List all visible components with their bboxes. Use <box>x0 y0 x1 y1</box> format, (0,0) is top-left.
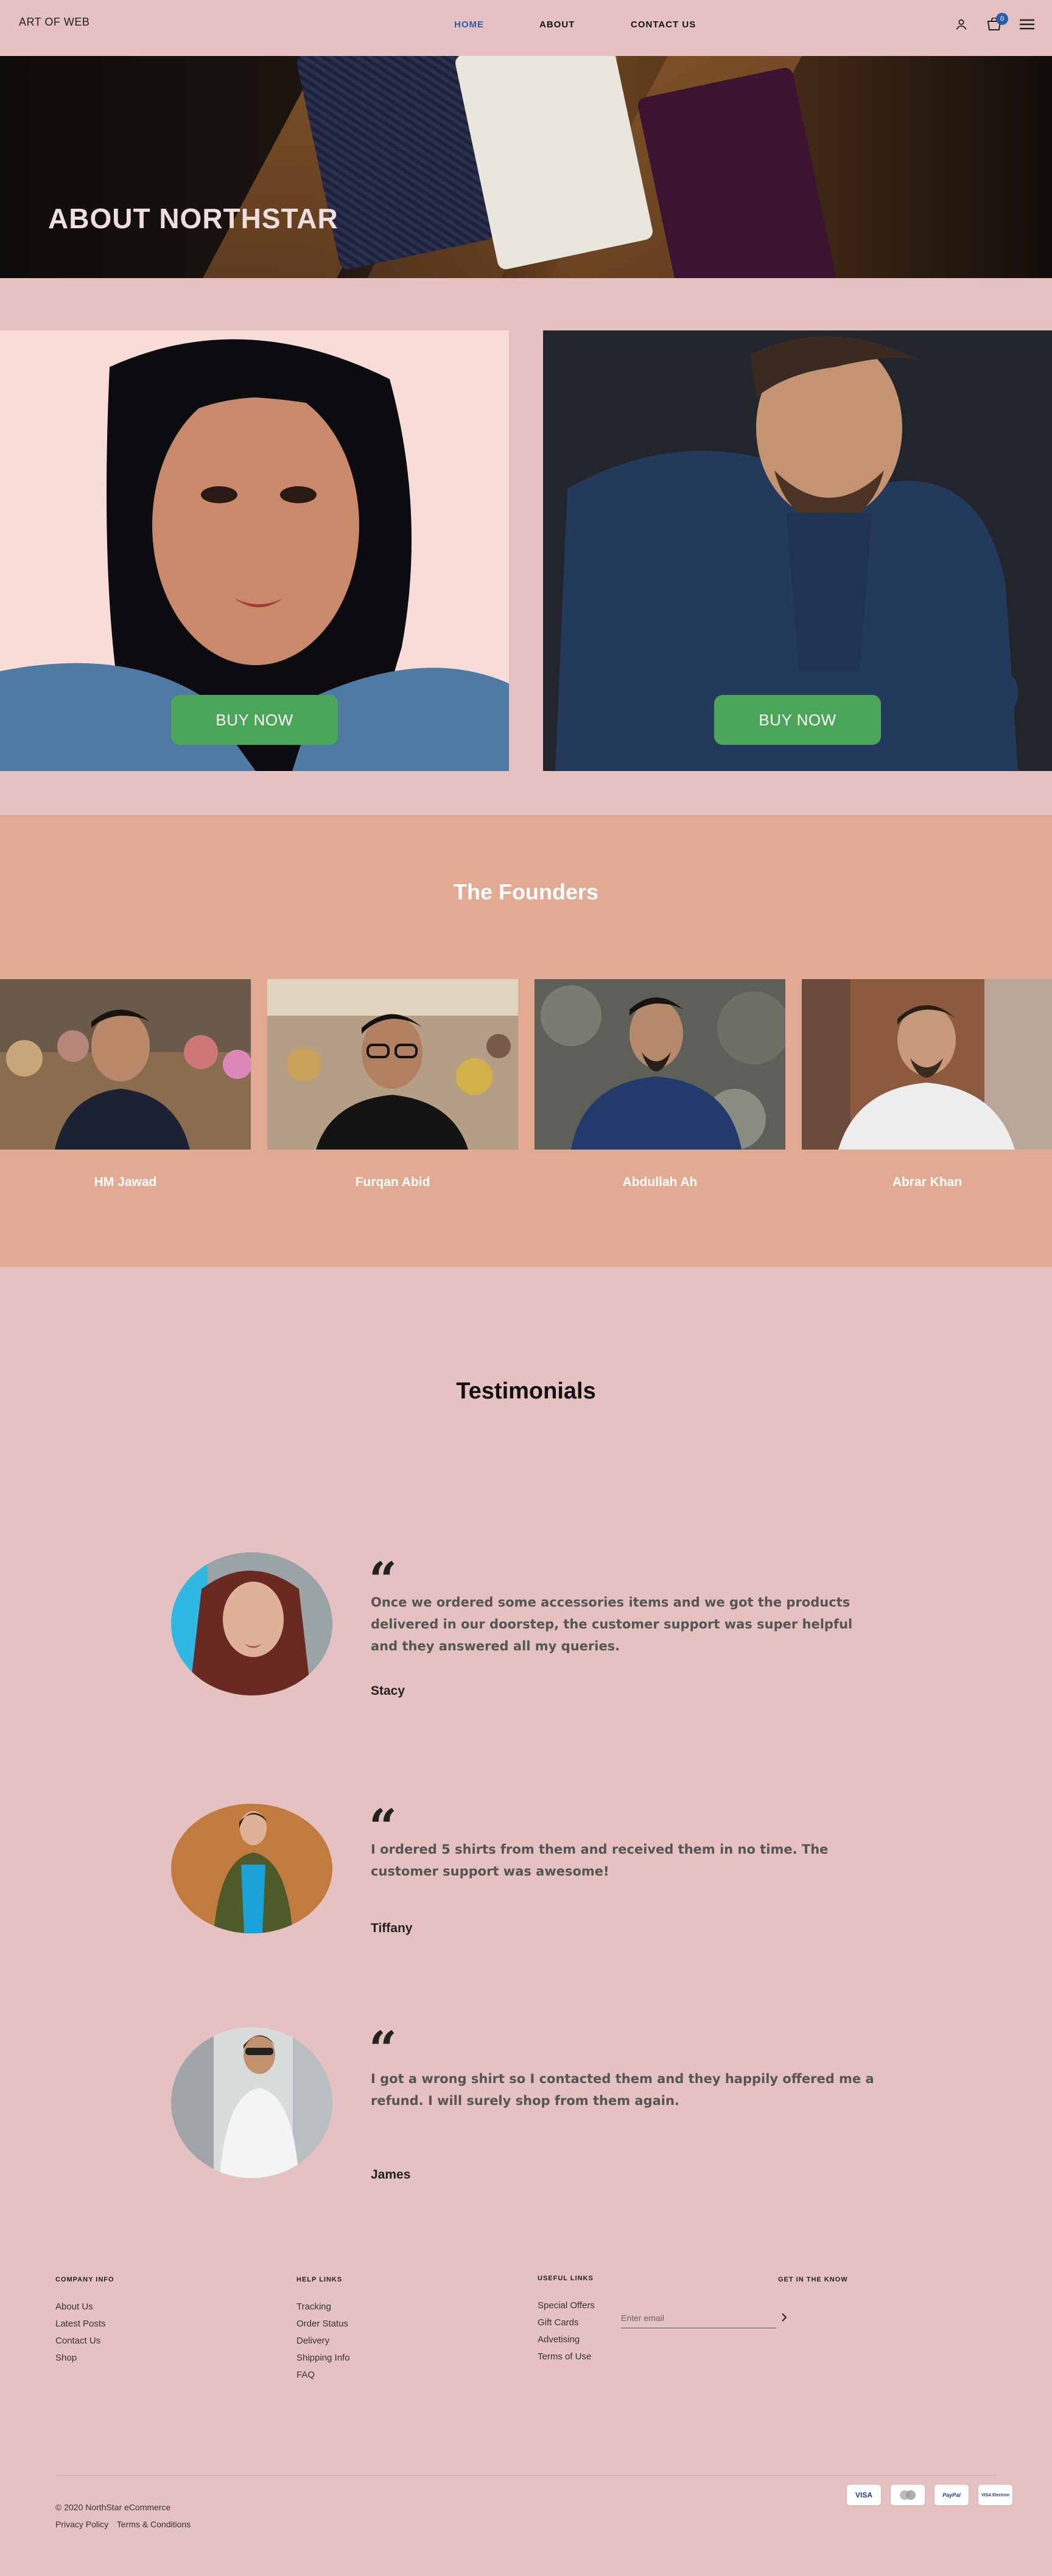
nav-contact-link[interactable]: CONTACT US <box>631 19 696 30</box>
footer-link-faq[interactable]: FAQ <box>296 2370 350 2380</box>
testimonial-author: Tiffany <box>371 1921 413 1935</box>
footer-heading: COMPANY INFO <box>55 2276 114 2283</box>
footer-link-advertising[interactable]: Advetising <box>538 2334 595 2345</box>
paypal-label: PayPal <box>942 2492 961 2498</box>
hero-banner: ABOUT NORTHSTAR <box>0 56 1052 278</box>
founder-card: Furqan Abid <box>267 979 518 1189</box>
nav-home-link[interactable]: HOME <box>454 19 484 30</box>
founder-photo <box>802 979 1052 1150</box>
cart-icon[interactable]: 0 <box>986 13 1008 32</box>
founders-section: The Founders HM Jawad Furqan Abid Abdull… <box>0 815 1052 1267</box>
copyright-text: © 2020 NorthStar eCommerce <box>55 2502 171 2512</box>
footer-link-delivery[interactable]: Delivery <box>296 2336 350 2346</box>
footer-link-latest-posts[interactable]: Latest Posts <box>55 2319 114 2329</box>
buy-now-button-men[interactable]: BUY NOW <box>714 695 881 745</box>
paypal-icon: PayPal <box>935 2485 969 2505</box>
testimonial-author: James <box>371 2168 411 2182</box>
founder-name: HM Jawad <box>94 1175 157 1189</box>
footer-company-info: COMPANY INFO About Us Latest Posts Conta… <box>55 2276 114 2370</box>
men-banner: BUY NOW <box>543 330 1052 771</box>
privacy-policy-link[interactable]: Privacy Policy <box>55 2519 108 2529</box>
site-footer: COMPANY INFO About Us Latest Posts Conta… <box>0 2264 1052 2576</box>
footer-link-contact-us[interactable]: Contact Us <box>55 2336 114 2346</box>
footer-help-links: HELP LINKS Tracking Order Status Deliver… <box>296 2276 350 2387</box>
founder-card: Abrar Khan <box>802 979 1052 1189</box>
testimonial-avatar <box>171 2027 332 2178</box>
testimonials-title: Testimonials <box>456 1378 596 1404</box>
footer-divider <box>55 2475 997 2476</box>
top-navbar: ART OF WEB HOME ABOUT CONTACT US 0 <box>0 0 1052 56</box>
chevron-right-icon[interactable] <box>778 2311 790 2323</box>
footer-link-shop[interactable]: Shop <box>55 2353 114 2363</box>
footer-link-special-offers[interactable]: Special Offers <box>538 2300 595 2311</box>
footer-link-shipping-info[interactable]: Shipping Info <box>296 2353 350 2363</box>
visa-electron-icon: VISA Electron <box>978 2485 1012 2505</box>
founders-title: The Founders <box>453 879 598 904</box>
user-icon[interactable] <box>953 16 969 32</box>
buy-now-button-women[interactable]: BUY NOW <box>171 695 338 745</box>
footer-heading: HELP LINKS <box>296 2276 343 2283</box>
founder-card: Abdullah Ah <box>535 979 785 1189</box>
testimonial-avatar <box>171 1552 332 1695</box>
founder-name: Abdullah Ah <box>622 1175 698 1189</box>
founder-name: Abrar Khan <box>892 1175 963 1189</box>
visa-label: VISA <box>855 2491 872 2499</box>
payment-methods: VISA PayPal VISA Electron <box>847 2485 1012 2505</box>
footer-link-order-status[interactable]: Order Status <box>296 2319 350 2329</box>
nav-icons: 0 <box>953 13 1035 35</box>
founder-name: Furqan Abid <box>355 1175 430 1189</box>
footer-heading: GET IN THE KNOW <box>778 2276 848 2283</box>
nav-about-link[interactable]: ABOUT <box>539 19 575 30</box>
page-title: ABOUT NORTHSTAR <box>48 203 338 234</box>
testimonial-author: Stacy <box>371 1684 405 1698</box>
quote-icon: “ <box>369 2020 398 2078</box>
founder-card: HM Jawad <box>0 979 251 1189</box>
founder-photo <box>535 979 785 1150</box>
footer-heading: USEFUL LINKS <box>538 2275 594 2282</box>
footer-link-about-us[interactable]: About Us <box>55 2302 114 2312</box>
newsletter-form <box>621 2308 791 2328</box>
legal-links: Privacy Policy Terms & Conditions <box>55 2519 197 2529</box>
cart-count-badge: 0 <box>996 13 1008 25</box>
footer-newsletter: GET IN THE KNOW <box>778 2276 848 2302</box>
testimonial-text: Once we ordered some accessories items a… <box>371 1595 853 1653</box>
testimonial-avatar <box>171 1804 332 1933</box>
testimonial-text: I got a wrong shirt so I contacted them … <box>371 2072 874 2108</box>
visa-icon: VISA <box>847 2485 881 2505</box>
footer-link-terms-of-use[interactable]: Terms of Use <box>538 2351 595 2362</box>
menu-icon[interactable] <box>1019 16 1035 32</box>
testimonial-text: I ordered 5 shirts from them and receive… <box>371 1842 829 1879</box>
mastercard-icon <box>891 2485 925 2505</box>
terms-conditions-link[interactable]: Terms & Conditions <box>117 2519 191 2529</box>
footer-useful-links: USEFUL LINKS Special Offers Gift Cards A… <box>538 2275 595 2368</box>
women-banner: BUY NOW <box>0 330 509 771</box>
brand-logo[interactable]: ART OF WEB <box>19 16 89 29</box>
founder-photo <box>0 979 251 1150</box>
founder-photo <box>267 979 518 1150</box>
email-field[interactable] <box>621 2308 776 2328</box>
visa-electron-label: VISA Electron <box>981 2493 1010 2497</box>
footer-link-tracking[interactable]: Tracking <box>296 2302 350 2312</box>
footer-link-gift-cards[interactable]: Gift Cards <box>538 2317 595 2328</box>
